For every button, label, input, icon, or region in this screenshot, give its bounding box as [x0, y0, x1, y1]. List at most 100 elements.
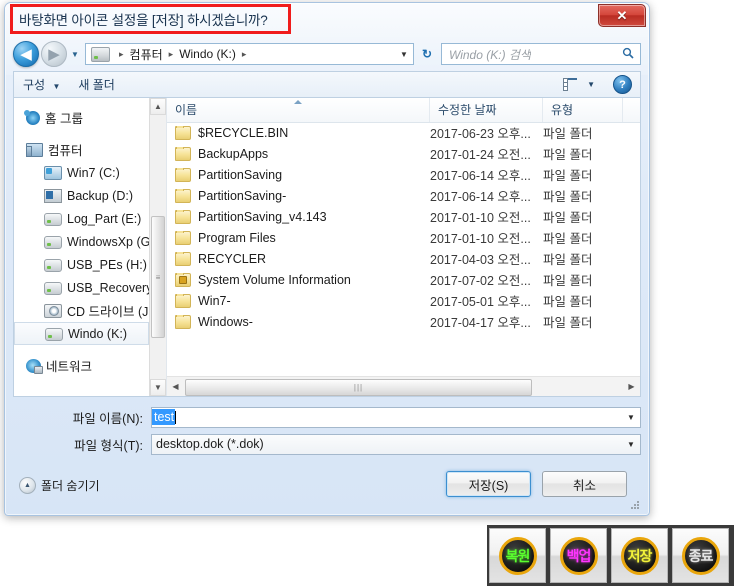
cell-name: RECYCLER: [167, 251, 430, 266]
resize-grip[interactable]: [629, 499, 639, 509]
scroll-left-button[interactable]: ◀: [167, 378, 184, 396]
address-bar: ◀ ▶ ▼ ▸ 컴퓨터 ▸ Windo (K:) ▸ ▼ ↻ Windo (K:…: [13, 41, 641, 67]
breadcrumb-item-drive[interactable]: Windo (K:): [178, 47, 237, 61]
sidebar-item-8[interactable]: CD 드라이브 (J:): [14, 299, 156, 322]
help-icon[interactable]: ?: [613, 75, 632, 94]
utility-button-3[interactable]: 종료: [672, 528, 729, 583]
table-row[interactable]: Windows- 2017-04-17 오후... 파일 폴더: [167, 311, 640, 332]
cancel-button[interactable]: 취소: [542, 471, 627, 497]
utility-button-2[interactable]: 저장: [611, 528, 668, 583]
utility-button-0[interactable]: 복원: [489, 528, 546, 583]
new-folder-label: 새 폴더: [78, 78, 115, 92]
sidebar-item-9[interactable]: Windo (K:): [14, 322, 149, 345]
table-row[interactable]: Program Files 2017-01-10 오전... 파일 폴더: [167, 227, 640, 248]
column-header-date[interactable]: 수정한 날짜: [430, 98, 543, 122]
cell-date: 2017-01-10 오전...: [430, 232, 531, 246]
nav-group-spacer: [14, 345, 149, 354]
cell-type: 파일 폴더: [543, 316, 593, 330]
cell-type: 파일 폴더: [543, 127, 593, 141]
table-row[interactable]: $RECYCLE.BIN 2017-06-23 오후... 파일 폴더: [167, 122, 640, 143]
recent-locations-button[interactable]: ▼: [68, 50, 82, 59]
forward-button[interactable]: ▶: [41, 41, 67, 67]
chevron-up-icon: ▲: [24, 482, 31, 489]
homegroup-icon: [24, 109, 40, 125]
table-row[interactable]: System Volume Information 2017-07-02 오전..…: [167, 269, 640, 290]
breadcrumb[interactable]: ▸ 컴퓨터 ▸ Windo (K:) ▸ ▼: [85, 43, 414, 65]
cell-type: 파일 폴더: [543, 148, 593, 162]
file-name-label: Program Files: [198, 230, 276, 245]
circle-badge: 저장: [620, 536, 659, 575]
cell-name: BackupApps: [167, 146, 430, 161]
utility-button-label: 저장: [627, 547, 653, 564]
sort-ascending-icon: [294, 100, 302, 104]
refresh-button[interactable]: ↻: [416, 43, 438, 65]
address-dropdown-button[interactable]: ▼: [395, 44, 413, 64]
scroll-right-button[interactable]: ▶: [623, 378, 640, 396]
sidebar-item-1[interactable]: 컴퓨터: [14, 138, 149, 161]
breadcrumb-separator-2: ▸: [241, 48, 247, 59]
drive-windows-icon: [44, 165, 62, 180]
scroll-down-button[interactable]: ▼: [150, 379, 166, 396]
column-header-type-label: 유형: [551, 103, 574, 117]
sidebar-item-3[interactable]: Backup (D:): [14, 184, 149, 207]
circle-badge: 복원: [498, 536, 537, 575]
utility-button-1[interactable]: 백업: [550, 528, 607, 583]
sidebar-item-6[interactable]: USB_PEs (H:): [14, 253, 149, 276]
table-row[interactable]: Win7- 2017-05-01 오후... 파일 폴더: [167, 290, 640, 311]
utility-button-label: 백업: [566, 547, 592, 564]
back-button[interactable]: ◀: [13, 41, 39, 67]
search-icon: [622, 47, 634, 62]
hscroll-track[interactable]: |||: [184, 378, 623, 396]
filetype-select[interactable]: desktop.dok (*.dok) ▼: [151, 433, 641, 455]
refresh-icon: ↻: [421, 47, 433, 61]
sidebar-item-label: 네트워크: [46, 360, 93, 374]
save-button[interactable]: 저장(S): [446, 471, 531, 497]
organize-label: 구성: [23, 78, 46, 92]
column-headers: 이름 수정한 날짜 유형: [167, 98, 640, 123]
filename-dropdown-button[interactable]: ▼: [622, 408, 640, 427]
cell-type: 파일 폴더: [543, 169, 593, 183]
sidebar-item-10[interactable]: 네트워크: [14, 354, 149, 377]
table-row[interactable]: PartitionSaving 2017-06-14 오후... 파일 폴더: [167, 164, 640, 185]
table-row[interactable]: PartitionSaving- 2017-06-14 오후... 파일 폴더: [167, 185, 640, 206]
table-row[interactable]: RECYCLER 2017-04-03 오전... 파일 폴더: [167, 248, 640, 269]
horizontal-scrollbar[interactable]: ◀ ||| ▶: [167, 376, 640, 396]
drive-icon: [44, 282, 62, 295]
hscroll-thumb[interactable]: |||: [185, 378, 532, 396]
breadcrumb-item-computer[interactable]: 컴퓨터: [129, 46, 164, 63]
sidebar-item-0[interactable]: 홈 그룹: [14, 106, 149, 129]
column-header-date-label: 수정한 날짜: [438, 103, 497, 117]
column-header-name[interactable]: 이름: [167, 98, 430, 122]
drive-backup-icon: [44, 188, 62, 203]
sidebar-item-4[interactable]: Log_Part (E:): [14, 207, 149, 230]
sidebar-item-7[interactable]: USB_Recovery (I:: [14, 276, 166, 299]
sidebar-item-5[interactable]: WindowsXp (G:): [14, 230, 158, 253]
sidebar-item-label: 컴퓨터: [48, 144, 83, 158]
filename-value: test: [152, 409, 176, 425]
help-label: ?: [619, 78, 626, 91]
search-input[interactable]: Windo (K:) 검색: [441, 43, 641, 65]
folder-icon: [175, 146, 191, 161]
sidebar-item-label: WindowsXp (G:): [67, 234, 158, 249]
new-folder-button[interactable]: 새 폴더: [69, 76, 123, 93]
cell-type: 파일 폴더: [543, 232, 593, 246]
close-button[interactable]: ✕: [598, 4, 646, 27]
text-caret: [175, 410, 177, 424]
sidebar-item-2[interactable]: Win7 (C:): [14, 161, 149, 184]
scroll-up-button[interactable]: ▲: [150, 98, 166, 115]
filetype-dropdown-button[interactable]: ▼: [622, 435, 640, 454]
change-view-icon[interactable]: [563, 78, 578, 91]
navigation-scrollbar[interactable]: ▲ ≡ ▼: [149, 98, 166, 396]
filename-row: 파일 이름(N): test ▼: [13, 406, 641, 428]
column-header-type[interactable]: 유형: [543, 98, 623, 122]
view-dropdown-icon[interactable]: ▼: [587, 80, 595, 89]
scrollbar-thumb[interactable]: ≡: [151, 216, 165, 338]
file-name-label: PartitionSaving_v4.143: [198, 209, 327, 224]
filename-input[interactable]: test ▼: [151, 406, 641, 428]
table-row[interactable]: BackupApps 2017-01-24 오전... 파일 폴더: [167, 143, 640, 164]
hide-folders-button[interactable]: ▲ 폴더 숨기기: [19, 477, 100, 494]
table-row[interactable]: PartitionSaving_v4.143 2017-01-10 오전... 파일…: [167, 206, 640, 227]
sidebar-item-label: Windo (K:): [68, 326, 128, 341]
file-name-label: PartitionSaving: [198, 167, 283, 182]
organize-button[interactable]: 구성 ▼: [14, 76, 69, 93]
